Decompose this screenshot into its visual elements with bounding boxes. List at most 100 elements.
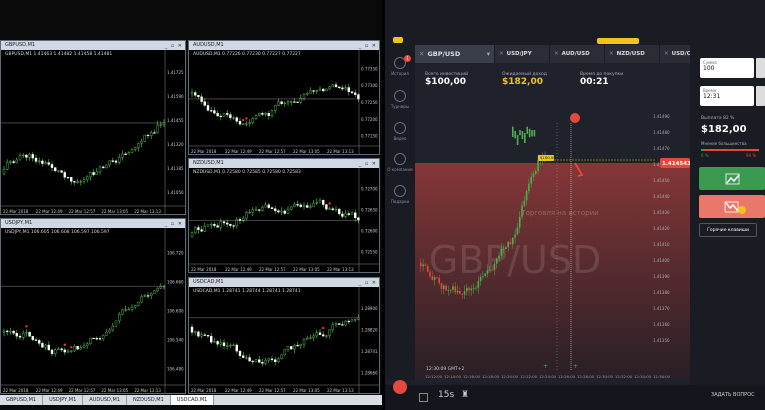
chart-window-audusd[interactable]: AUDUSD,M1 _ ▫ ✕ AUDUSD,M1 0.77226 0.77230… <box>188 40 380 155</box>
tab-gbpusd[interactable]: ✕ GBP/USD ▾ <box>415 45 495 63</box>
candle <box>89 337 92 345</box>
sidebar-label: О компании <box>387 167 413 172</box>
candle <box>213 224 216 226</box>
candle <box>15 159 19 163</box>
add-marker-icon[interactable]: + <box>543 363 548 370</box>
tab-audusd[interactable]: ✕ AUD/USD <box>550 45 605 63</box>
candle <box>47 344 50 351</box>
hotkeys-button[interactable]: Горячие клавиши <box>699 223 757 237</box>
window-controls[interactable]: _ ▫ ✕ <box>165 42 183 51</box>
candle <box>203 226 207 232</box>
tab-gbpusd[interactable]: GBPUSD,M1 <box>0 395 44 405</box>
trophy-icon <box>394 90 406 102</box>
signal-dot <box>25 325 28 328</box>
candle <box>357 317 360 320</box>
tab-nzdusd[interactable]: ✕ NZD/USD <box>605 45 660 63</box>
candle <box>283 102 287 104</box>
candle <box>321 334 325 337</box>
candle <box>283 210 287 214</box>
tab-usdjpy[interactable]: USDJPY,M1 <box>43 395 84 405</box>
time-tick: 12:14:00 <box>444 374 462 379</box>
chart-window-gbpusd[interactable]: GBPUSD,M1 _ ▫ ✕ GBPUSD,M1 1.41463 1.41482… <box>0 40 186 215</box>
candle <box>341 87 344 90</box>
window-controls[interactable]: _ ▫ ✕ <box>359 279 377 288</box>
sidebar-item-about[interactable]: О компании <box>385 153 415 172</box>
window-controls[interactable]: _ ▫ ✕ <box>165 220 183 229</box>
candle <box>34 339 38 341</box>
candle <box>127 152 131 155</box>
candle <box>305 93 309 95</box>
candle <box>254 359 258 362</box>
candle <box>159 124 163 126</box>
candle <box>41 343 44 348</box>
price-chart[interactable]: GBP/USD Торговля на истории 1.41490 1.41480… <box>415 63 691 383</box>
price-tick: 1.41390 <box>653 274 670 279</box>
chevron-down-icon[interactable]: ▾ <box>487 45 490 63</box>
close-icon[interactable]: ✕ <box>499 51 504 57</box>
candle <box>190 232 194 238</box>
candle <box>117 157 121 163</box>
sidebar-item-history[interactable]: История 1 <box>385 55 415 76</box>
call-button[interactable] <box>699 167 765 190</box>
price-tick: 1.41350 <box>653 338 670 343</box>
close-icon[interactable]: ✕ <box>664 51 669 57</box>
sidebar-item-gifts[interactable]: Подарки <box>385 185 415 204</box>
candle <box>523 200 526 206</box>
deposit-button[interactable] <box>597 38 639 44</box>
indicator-icon[interactable]: ♜ <box>461 390 469 400</box>
close-icon[interactable]: ✕ <box>609 51 614 57</box>
tab-nzdusd[interactable]: NZDUSD,M1 <box>127 395 171 405</box>
time-tick: 22 Mar 12:57 <box>259 267 286 272</box>
candle <box>277 358 280 363</box>
add-marker-icon[interactable]: + <box>573 363 578 370</box>
period-selector[interactable]: 15s <box>438 390 454 400</box>
tab-audusd[interactable]: AUDUSD,M1 <box>83 395 127 405</box>
close-icon[interactable]: ✕ <box>419 50 424 58</box>
put-button[interactable] <box>699 195 765 218</box>
time-to-purchase: Время до покупки 00:21 <box>580 72 624 87</box>
left-sidebar: История 1 Турниры Видео О компании Подар… <box>385 45 416 380</box>
ask-question-link[interactable]: ЗАДАТЬ ВОПРОС <box>711 392 755 398</box>
candle <box>28 331 31 337</box>
tab-usdjpy[interactable]: ✕ USD/JPY <box>495 45 550 63</box>
candle <box>328 329 331 336</box>
window-controls[interactable]: _ ▫ ✕ <box>359 160 377 169</box>
candle <box>514 234 516 238</box>
candle <box>98 166 102 173</box>
chart-window-usdjpy[interactable]: USDJPY,M1 _ ▫ ✕ USDJPY,M1 106.605 106.608… <box>0 218 186 394</box>
price-tick: 1.41490 <box>653 114 670 119</box>
chat-icon[interactable] <box>393 380 407 394</box>
chart-type-icon[interactable] <box>419 393 428 402</box>
chart-window-nzdusd[interactable]: NZDUSD,M1 _ ▫ ✕ NZDUSD,M1 0.72580 0.72585… <box>188 158 380 273</box>
window-controls[interactable]: _ ▫ ✕ <box>359 42 377 51</box>
expiry-stepper[interactable] <box>756 86 765 106</box>
chart-window-usdcad[interactable]: USDCAD,M1 _ ▫ ✕ USDCAD,M1 1.28741 1.28744… <box>188 277 380 394</box>
price-tick: 1.28900 <box>361 306 378 311</box>
candle <box>426 265 429 272</box>
sidebar-item-video[interactable]: Видео <box>385 122 415 141</box>
price-tick: 0.77350 <box>361 66 378 71</box>
time-tick: 22 Mar 13:05 <box>101 388 128 393</box>
time-tick: 22 Mar 13:13 <box>134 209 161 214</box>
tab-usdcad[interactable]: USDCAD,M1 <box>170 395 215 405</box>
time-tick: 22 Mar 2018 <box>191 388 217 393</box>
candle <box>226 222 229 225</box>
close-icon[interactable]: ✕ <box>554 51 559 57</box>
price-tick: 1.41360 <box>653 322 670 327</box>
amount-stepper[interactable] <box>756 58 765 78</box>
amount-input[interactable]: Сумма 100 <box>700 58 754 78</box>
candle <box>137 143 140 148</box>
candle <box>512 126 514 137</box>
candle <box>337 208 341 215</box>
asset-tabs: ✕ GBP/USD ▾ ✕ USD/JPY ✕ AUD/USD ✕ NZD/USD ✕ US… <box>415 45 699 63</box>
candle <box>302 94 306 99</box>
candle <box>124 153 127 155</box>
price-tick: 1.41590 <box>167 94 184 99</box>
sidebar-item-tournaments[interactable]: Турниры <box>385 90 415 109</box>
time-tick: 22 Mar 13:13 <box>327 149 354 154</box>
expiry-input[interactable]: Время 12:31 <box>700 86 754 106</box>
candle <box>242 355 245 358</box>
candle <box>130 306 134 310</box>
time-tick: 12:32:00 <box>615 374 633 379</box>
candle <box>353 319 357 321</box>
